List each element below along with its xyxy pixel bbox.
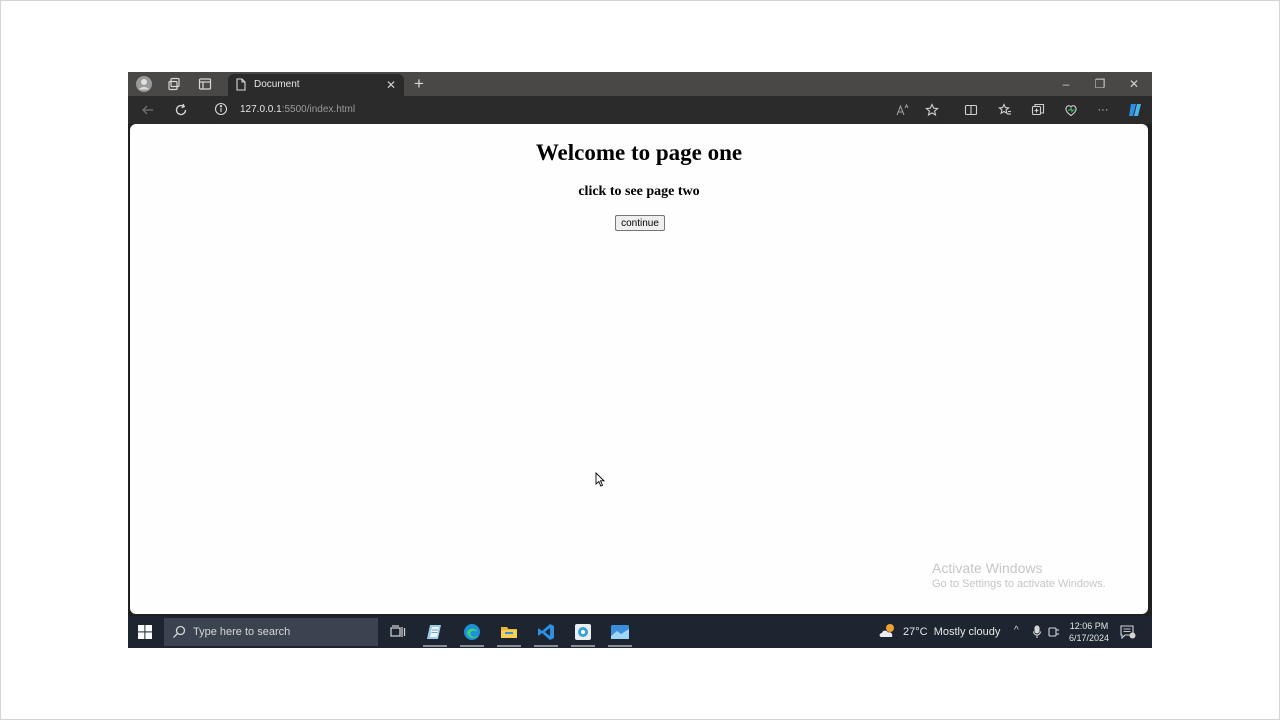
workspaces-icon[interactable] [165,75,183,93]
favorite-star-icon[interactable] [923,101,941,119]
more-options-icon[interactable]: ··· [1094,101,1112,119]
search-icon [172,625,186,644]
windows-taskbar: Type here to search 27°C Mostly cloudy ^… [128,616,1152,648]
photos-running-indicator [608,645,632,647]
search-placeholder: Type here to search [193,626,291,638]
restore-button[interactable]: ❐ [1090,75,1110,93]
photos-app-icon[interactable] [608,621,632,643]
edge-running-indicator [460,645,484,647]
tab-bar: Document ✕ + – ❐ ✕ [128,72,1152,96]
tab-actions-icon[interactable] [196,75,214,93]
profile-avatar-icon[interactable] [135,75,153,93]
watermark-title: Activate Windows [932,560,1043,576]
url-text: 127.0.0.1:5500/index.html [240,104,355,115]
screen-recorder-icon[interactable] [571,621,595,643]
minimize-button[interactable]: – [1056,75,1076,93]
tray-chevron-icon[interactable]: ^ [1014,625,1019,636]
address-bar[interactable]: 127.0.0.1:5500/index.html [204,99,944,121]
page-heading: Welcome to page one [535,140,743,165]
weather-condition: Mostly cloudy [933,626,1001,638]
edge-app-icon[interactable] [460,621,484,643]
notepad-app-icon[interactable] [423,621,447,643]
favorites-icon[interactable] [996,101,1014,119]
site-info-icon[interactable] [214,102,228,121]
weather-readout[interactable]: 27°C Mostly cloudy [903,626,1000,638]
page-viewport: Welcome to page one click to see page tw… [130,124,1148,614]
browser-window: Document ✕ + – ❐ ✕ 127.0.0.1:5500/index.… [128,72,1152,648]
weather-cloudy-icon[interactable] [878,622,898,645]
back-arrow-icon[interactable] [139,101,157,119]
taskbar-search-box[interactable]: Type here to search [164,618,378,646]
notification-center-icon[interactable] [1120,625,1136,644]
activate-windows-watermark: Activate Windows Go to Settings to activ… [932,560,1106,590]
continue-button[interactable]: continue [615,215,665,231]
copilot-icon[interactable] [1126,101,1144,119]
new-tab-button[interactable]: + [414,74,424,94]
url-host: 127.0.0.1 [240,104,282,115]
network-icon[interactable] [1048,625,1060,642]
recorder-running-indicator [571,645,595,647]
vscode-app-icon[interactable] [534,621,558,643]
collections-icon[interactable] [1029,101,1047,119]
weather-temperature: 27°C [903,626,928,638]
browser-toolbar: 127.0.0.1:5500/index.html ··· [128,96,1152,124]
clock-date: 6/17/2024 [1068,633,1110,643]
document-icon [236,78,246,96]
notepad-running-indicator [423,645,447,647]
system-clock[interactable]: 12:06 PM 6/17/2024 [1066,620,1112,644]
read-aloud-icon[interactable] [893,101,911,119]
vscode-running-indicator [534,645,558,647]
windows-start-icon[interactable] [138,625,152,644]
watermark-subtitle: Go to Settings to activate Windows. [932,578,1106,590]
close-window-button[interactable]: ✕ [1124,75,1144,93]
page-subheading: click to see page two [578,184,700,199]
split-screen-icon[interactable] [962,101,980,119]
explorer-running-indicator [497,645,521,647]
task-view-icon[interactable] [386,621,410,643]
file-explorer-icon[interactable] [497,621,521,643]
microphone-icon[interactable] [1032,625,1042,642]
tab-title: Document [254,79,300,90]
mouse-pointer-icon [595,471,606,492]
tab-close-icon[interactable]: ✕ [386,78,396,92]
browser-essentials-icon[interactable] [1062,101,1080,119]
refresh-icon[interactable] [172,101,190,119]
clock-time: 12:06 PM [1069,621,1109,631]
url-path: :5500/index.html [281,104,356,115]
tab-document[interactable]: Document ✕ [228,74,404,96]
